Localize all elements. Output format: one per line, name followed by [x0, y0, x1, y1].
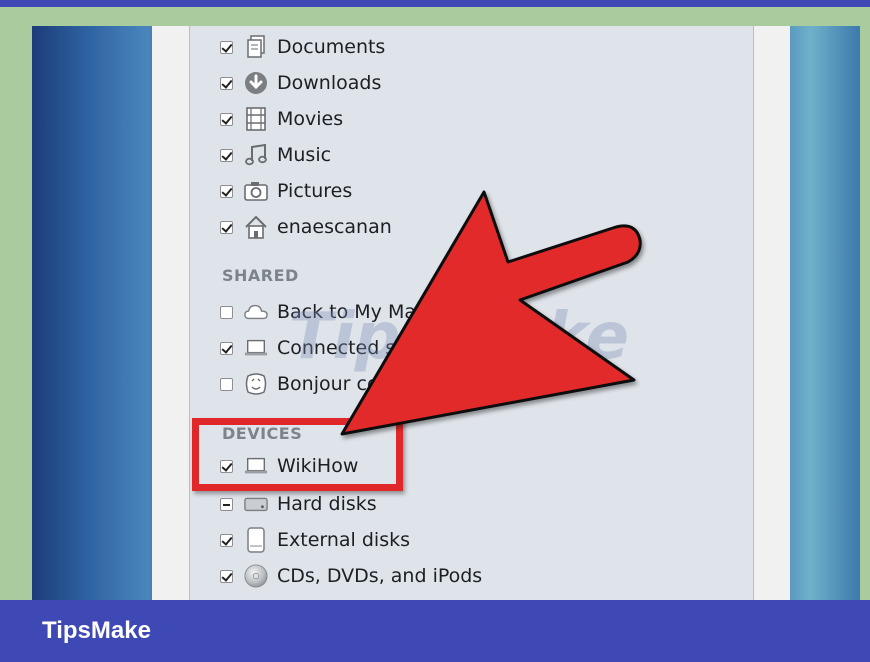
cd-icon [244, 564, 268, 588]
music-label: Music [277, 144, 332, 166]
footer-brand: TipsMake [42, 617, 151, 644]
downloads-icon [244, 71, 268, 95]
music-checkbox[interactable] [220, 148, 233, 162]
connected-servers-checkbox[interactable] [220, 341, 233, 355]
bonjour-icon [244, 372, 268, 396]
home-label: enaescanan [277, 216, 392, 238]
hard-disks-checkbox[interactable] [220, 497, 233, 511]
back-to-my-mac-checkbox[interactable] [220, 305, 233, 319]
movies-label: Movies [277, 108, 344, 130]
pictures-checkbox[interactable] [220, 184, 233, 198]
home-icon [244, 215, 268, 239]
bonjour-label: Bonjour computers [277, 373, 459, 395]
sidebar-item-music[interactable]: Music [220, 137, 331, 173]
laptop-icon [244, 336, 268, 360]
sidebar-item-cds-dvds-ipods[interactable]: CDs, DVDs, and iPods [220, 558, 482, 594]
movies-checkbox[interactable] [220, 112, 233, 126]
home-checkbox[interactable] [220, 220, 233, 234]
sidebar-item-external-disks[interactable]: External disks [220, 522, 410, 558]
hard-disk-icon [244, 492, 268, 516]
cds-dvds-ipods-label: CDs, DVDs, and iPods [277, 565, 483, 587]
cloud-icon [244, 300, 268, 324]
documents-icon [244, 35, 268, 59]
sidebar-item-movies[interactable]: Movies [220, 101, 343, 137]
shared-section-title: SHARED [222, 266, 299, 285]
wikihow-highlight-box [192, 418, 403, 491]
downloads-label: Downloads [277, 72, 382, 94]
movies-icon [244, 107, 268, 131]
downloads-checkbox[interactable] [220, 76, 233, 90]
cds-dvds-ipods-checkbox[interactable] [220, 569, 233, 583]
top-border [0, 0, 870, 7]
sidebar-item-pictures[interactable]: Pictures [220, 173, 352, 209]
pictures-label: Pictures [277, 180, 353, 202]
pictures-icon [244, 179, 268, 203]
sidebar-item-hard-disks[interactable]: Hard disks [220, 486, 377, 522]
sidebar-right-divider [753, 26, 754, 600]
hard-disks-label: Hard disks [277, 493, 377, 515]
documents-label: Documents [277, 36, 386, 58]
external-disks-label: External disks [277, 529, 411, 551]
music-icon [244, 143, 268, 167]
external-disk-icon [244, 527, 268, 553]
sidebar-item-documents[interactable]: Documents [220, 29, 385, 65]
sidebar-item-downloads[interactable]: Downloads [220, 65, 381, 101]
external-disks-checkbox[interactable] [220, 533, 233, 547]
documents-checkbox[interactable] [220, 40, 233, 54]
bonjour-checkbox[interactable] [220, 377, 233, 391]
sidebar-item-home[interactable]: enaescanan [220, 209, 392, 245]
watermark-suffix: .com [540, 346, 581, 364]
